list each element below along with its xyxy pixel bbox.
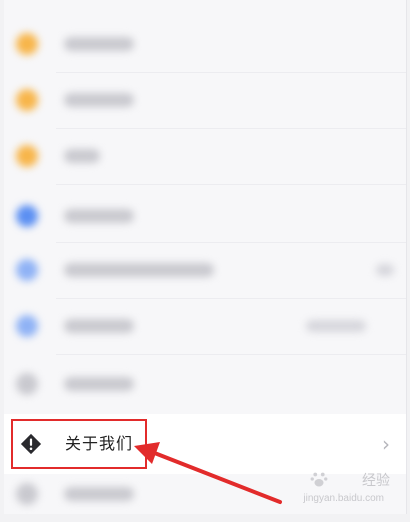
settings-icon	[16, 483, 38, 505]
list-item-blurred-2[interactable]	[4, 72, 406, 128]
watermark-url: jingyan.baidu.com	[303, 493, 384, 504]
settings-icon	[16, 89, 38, 111]
list-item-blurred-3[interactable]	[4, 128, 406, 184]
divider	[56, 354, 406, 355]
blurred-label	[64, 37, 134, 51]
chevron-right-icon: ›	[382, 432, 390, 456]
blurred-label	[64, 319, 134, 333]
blurred-value	[306, 320, 366, 332]
settings-icon	[16, 259, 38, 281]
blurred-label	[64, 209, 134, 223]
blurred-label	[64, 487, 134, 501]
divider	[56, 184, 406, 185]
blurred-label	[64, 149, 100, 163]
about-us-label: 关于我们	[65, 434, 134, 453]
list-item-blurred-6[interactable]	[4, 298, 406, 354]
settings-icon	[16, 33, 38, 55]
warning-diamond-icon	[20, 433, 42, 455]
blurred-label	[64, 377, 134, 391]
watermark-brand: 经验	[362, 472, 390, 488]
annotation-arrow	[134, 442, 282, 504]
settings-icon	[16, 145, 38, 167]
list-item-blurred-7[interactable]	[4, 356, 406, 412]
settings-icon	[16, 373, 38, 395]
blurred-label	[64, 263, 214, 277]
settings-icon	[16, 205, 38, 227]
list-item-blurred-4[interactable]	[4, 188, 406, 244]
blurred-chevron	[376, 264, 394, 276]
baidu-paw-icon	[310, 472, 328, 487]
blurred-label	[64, 93, 134, 107]
list-item-blurred-5[interactable]	[4, 242, 406, 298]
list-item-blurred-1[interactable]	[4, 16, 406, 72]
settings-icon	[16, 315, 38, 337]
